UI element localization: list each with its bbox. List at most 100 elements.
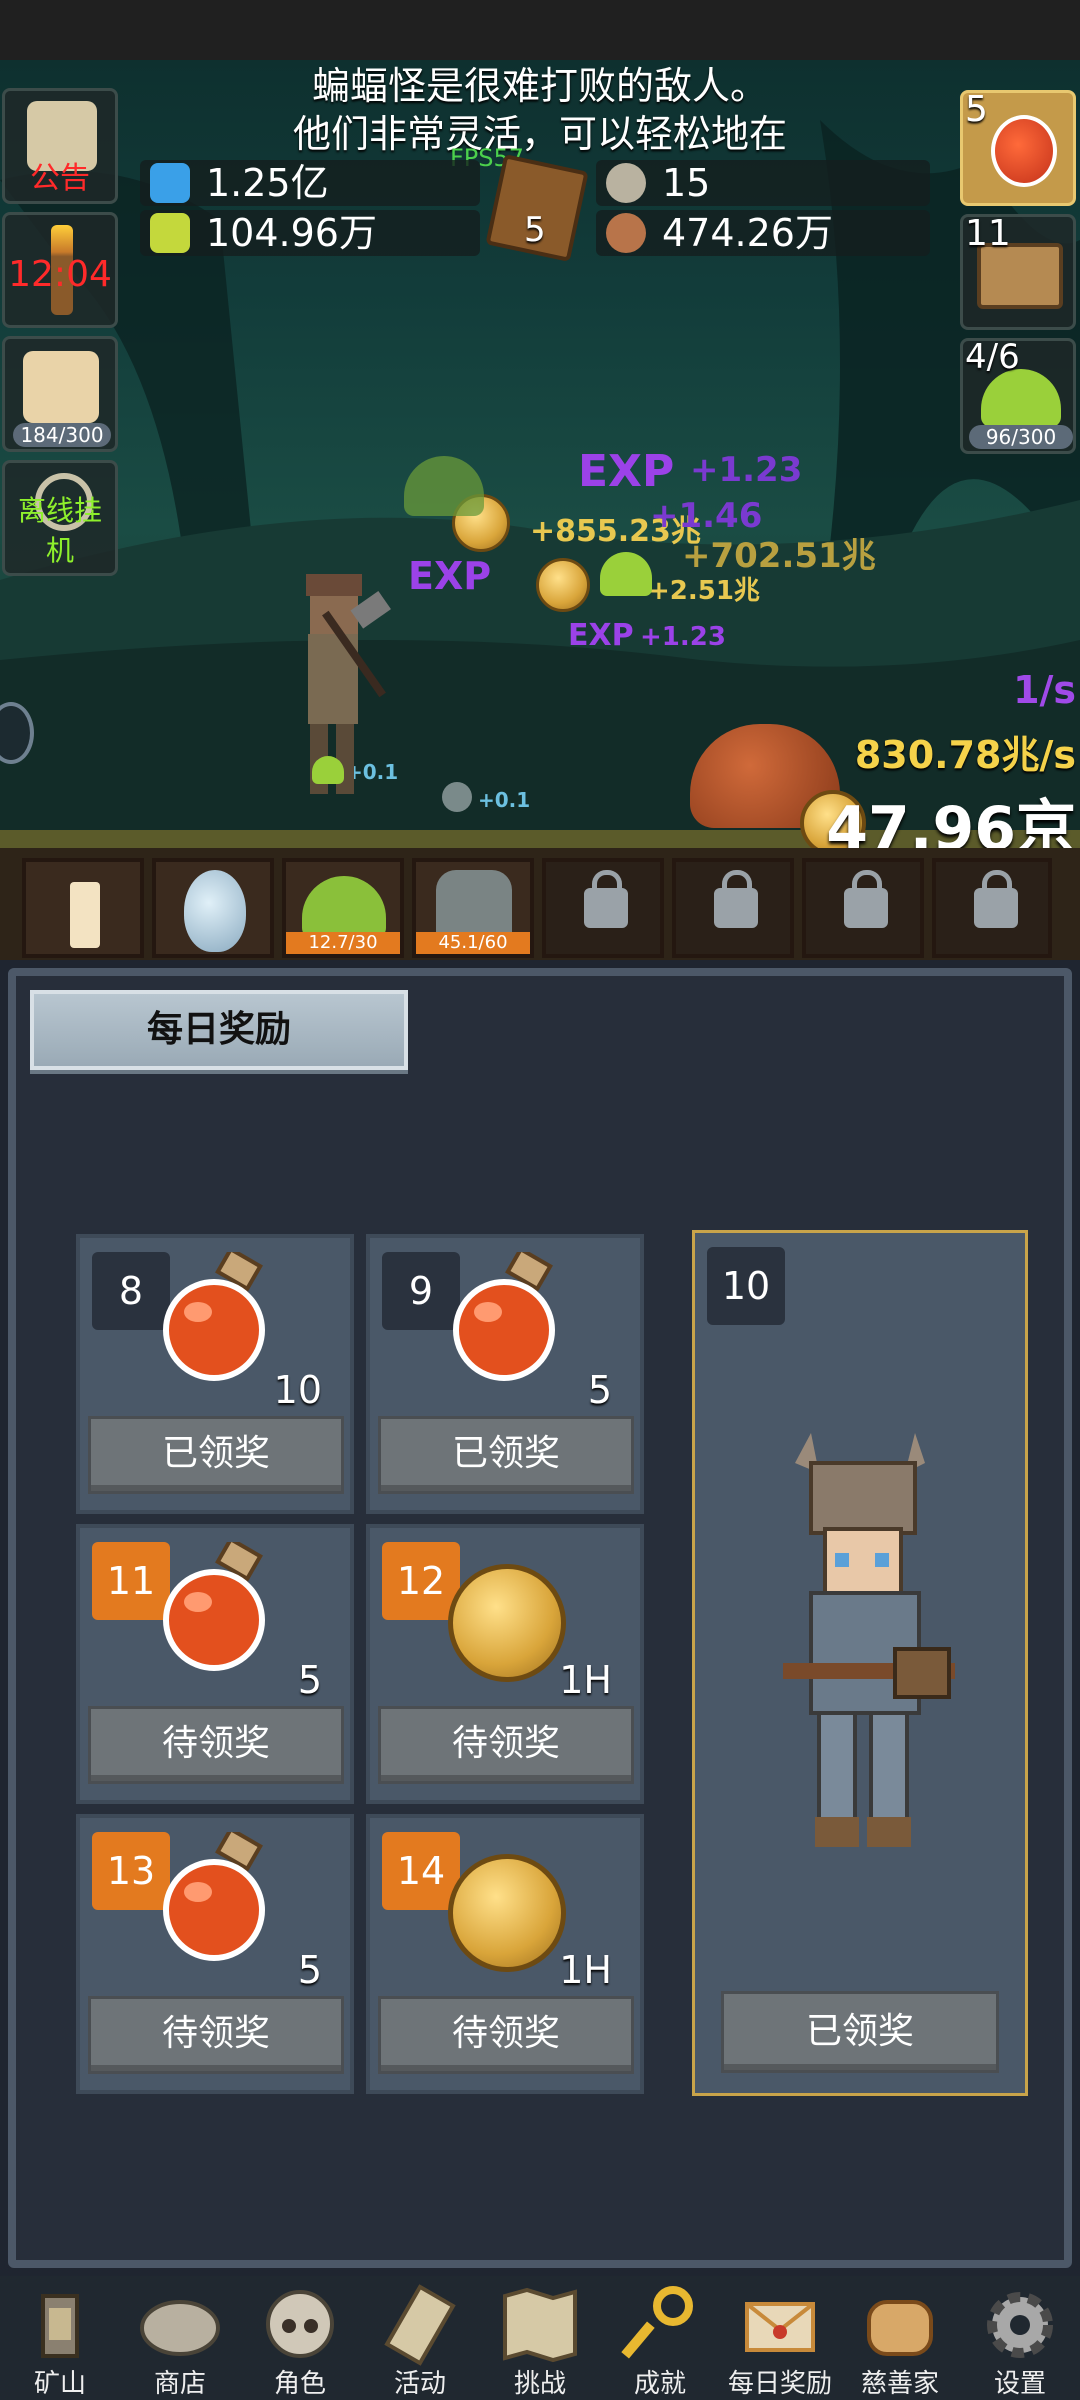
lantern-icon xyxy=(41,2294,79,2358)
nav-philanthropist[interactable]: 慈善家 xyxy=(840,2276,960,2400)
nav-label: 矿山 xyxy=(33,2369,86,2399)
exp-float: EXP xyxy=(568,618,634,653)
mana-potion-icon xyxy=(150,163,190,203)
slot-zombie[interactable]: 45.1/60 xyxy=(412,858,534,958)
stone-icon xyxy=(606,163,646,203)
slot-locked-2[interactable] xyxy=(672,858,794,958)
gem-counter: 15 xyxy=(596,160,930,206)
zombie-slot-progress: 45.1/60 xyxy=(416,932,530,954)
income-rate: 830.78兆/s xyxy=(854,733,1076,777)
nav-mine[interactable]: 矿山 xyxy=(0,2276,120,2400)
reward-card-day-14[interactable]: 14 1H 待领奖 xyxy=(366,1814,644,2094)
rate-label: 1/s xyxy=(1013,668,1076,712)
slot-locked-1[interactable] xyxy=(542,858,664,958)
lock-icon xyxy=(584,870,628,928)
gold-float: +2.51兆 xyxy=(648,576,760,606)
reward-card-day-11[interactable]: 11 5 待领奖 xyxy=(76,1524,354,1804)
beer-button[interactable]: 184/300 xyxy=(2,336,118,452)
red-potion-icon xyxy=(163,1832,265,1961)
red-potion-icon xyxy=(163,1252,265,1381)
scroll-icon xyxy=(384,2284,456,2366)
reward-quantity: 1H xyxy=(559,1948,612,1992)
potion-count: 5 xyxy=(965,89,988,130)
elixir-counter: 104.96万 xyxy=(140,210,480,256)
nav-settings[interactable]: 设置 xyxy=(960,2276,1080,2400)
key-icon xyxy=(621,2286,693,2359)
reward-quantity: 10 xyxy=(273,1368,322,1412)
reward-quantity: 1H xyxy=(559,1658,612,1702)
reward-card-day-9[interactable]: 9 5 已领奖 xyxy=(366,1234,644,1514)
nav-shop[interactable]: 商店 xyxy=(120,2276,240,2400)
nav-achievement[interactable]: 成就 xyxy=(600,2276,720,2400)
beer-mug-icon xyxy=(23,351,99,423)
claimed-button[interactable]: 已领奖 xyxy=(378,1416,634,1494)
slime-progress: 96/300 xyxy=(969,425,1073,449)
reward-quantity: 5 xyxy=(587,1368,612,1412)
exp-float: EXP xyxy=(408,554,492,598)
exp-value-float: +1.23 xyxy=(690,450,803,490)
slime-icon xyxy=(302,876,386,938)
meat-counter: 474.26万 xyxy=(596,210,930,256)
claim-button[interactable]: 待领奖 xyxy=(88,1706,344,1784)
slime-icon xyxy=(981,369,1061,427)
nav-challenge[interactable]: 挑战 xyxy=(480,2276,600,2400)
elixir-potion-icon xyxy=(150,213,190,253)
claimed-button[interactable]: 已领奖 xyxy=(721,1991,999,2073)
slot-egg[interactable] xyxy=(152,858,274,958)
slime-count: 4/6 xyxy=(965,337,1020,377)
exp-value-float: +1.23 xyxy=(640,622,726,652)
claim-button[interactable]: 待领奖 xyxy=(378,1996,634,2074)
mini-zombie xyxy=(442,782,472,812)
reward-quantity: 5 xyxy=(297,1948,322,1992)
nav-label: 设置 xyxy=(993,2369,1046,2399)
shop-icon xyxy=(140,2300,220,2356)
reward-card-day-8[interactable]: 8 10 已领奖 xyxy=(76,1234,354,1514)
panel-title: 每日奖励 xyxy=(30,990,408,1070)
slot-candle[interactable] xyxy=(22,858,144,958)
story-banner: 蝙蝠怪是很难打败的敌人。 他们非常灵活，可以轻松地在 xyxy=(180,62,900,158)
slot-slime[interactable]: 12.7/30 xyxy=(282,858,404,958)
offline-button[interactable]: 离线挂机 xyxy=(2,460,118,576)
game-view[interactable]: 蝙蝠怪是很难打败的敌人。 他们非常灵活，可以轻松地在 FPS57 1.25亿 1… xyxy=(0,0,1080,960)
lock-icon xyxy=(844,870,888,928)
envelope-icon xyxy=(745,2302,815,2352)
skull-icon xyxy=(266,2290,334,2358)
map-icon xyxy=(503,2287,577,2363)
mana-counter: 1.25亿 xyxy=(140,160,480,206)
red-potion-icon xyxy=(453,1252,555,1381)
torch-button[interactable]: 12:04 xyxy=(2,212,118,328)
notice-button[interactable]: 公告 xyxy=(2,88,118,204)
nav-activity[interactable]: 活动 xyxy=(360,2276,480,2400)
beer-progress: 184/300 xyxy=(13,423,111,447)
banner-line-2: 他们非常灵活，可以轻松地在 xyxy=(292,112,787,156)
viking-warrior-skin xyxy=(783,1433,955,1847)
nav-daily-reward[interactable]: 每日奖励 xyxy=(720,2276,840,2400)
lock-icon xyxy=(974,870,1018,928)
reward-card-day-13[interactable]: 13 5 待领奖 xyxy=(76,1814,354,2094)
reward-card-day-12[interactable]: 12 1H 待领奖 xyxy=(366,1524,644,1804)
reward-card-day-10[interactable]: 10 已领奖 xyxy=(692,1230,1028,2096)
claim-button[interactable]: 待领奖 xyxy=(378,1706,634,1784)
mini-slime xyxy=(312,756,344,784)
egg-icon xyxy=(184,870,246,952)
slime-shortcut[interactable]: 4/6 96/300 xyxy=(960,337,1076,454)
status-bar xyxy=(0,0,1080,60)
claimed-button[interactable]: 已领奖 xyxy=(88,1416,344,1494)
nav-label: 每日奖励 xyxy=(727,2369,832,2399)
day-badge: 14 xyxy=(382,1832,460,1910)
small-float: +0.1 xyxy=(478,788,531,812)
offline-label: 离线挂机 xyxy=(17,494,102,567)
gold-coin-icon xyxy=(448,1564,566,1682)
chest-shortcut[interactable]: 11 xyxy=(960,213,1076,330)
claim-button[interactable]: 待领奖 xyxy=(88,1996,344,2074)
meat-value: 474.26万 xyxy=(662,211,833,255)
slot-locked-4[interactable] xyxy=(932,858,1052,958)
candle-icon xyxy=(70,882,100,948)
potion-shortcut[interactable]: 5 xyxy=(960,89,1076,206)
gear-icon xyxy=(987,2292,1053,2358)
zombie-icon xyxy=(436,870,512,940)
slot-locked-3[interactable] xyxy=(802,858,924,958)
nav-label: 活动 xyxy=(393,2369,446,2399)
nav-character[interactable]: 角色 xyxy=(240,2276,360,2400)
red-potion-icon xyxy=(991,115,1057,187)
